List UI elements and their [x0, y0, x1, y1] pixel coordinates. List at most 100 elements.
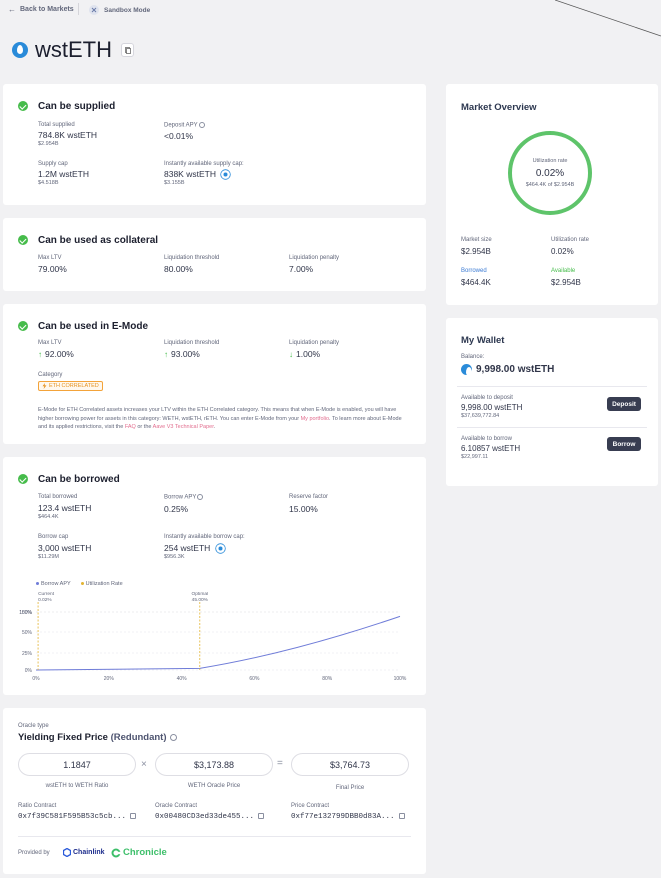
available-borrow-cap-usd: $956.3K [164, 554, 185, 560]
wallet-card: My Wallet Balance: 9,998.00 wstETH Avail… [446, 318, 658, 486]
liq-penalty-label: Liquidation penalty [289, 255, 340, 261]
legend-utilization-rate[interactable]: Utilization Rate [80, 581, 123, 587]
y-tick-label: 50% [22, 630, 33, 636]
y-tick-label: 150% [19, 610, 32, 616]
marker-value: 45.00% [192, 597, 209, 603]
available-deposit-label: Available to deposit [461, 395, 513, 401]
oracle-type-label: Oracle type [18, 723, 49, 729]
available-deposit-value: 9,998.00 wstETH [461, 403, 523, 412]
add-to-wallet-icon[interactable] [220, 169, 232, 180]
copy-address-button[interactable] [121, 43, 134, 57]
info-icon[interactable] [170, 733, 178, 741]
x-tick-label: 40% [177, 676, 188, 682]
borrow-apy-line [35, 615, 401, 671]
info-icon[interactable] [198, 122, 205, 128]
arrow-up-icon: ↑ [38, 350, 42, 359]
emode-liq-threshold-value: ↑ 93.00% [164, 349, 200, 359]
times-operator: × [141, 759, 147, 770]
available-supply-cap-label: Instantly available supply cap: [164, 161, 244, 167]
emode-max-ltv-value: ↑ 92.00% [38, 349, 74, 359]
market-overview-title: Market Overview [461, 102, 537, 113]
chainlink-logo: Chainlink [63, 848, 105, 857]
borrow-cap-value: 3,000 wstETH [38, 543, 92, 553]
gauge-label: Utilization rate [532, 158, 568, 164]
back-to-markets-link[interactable]: ← Back to Markets [8, 5, 74, 14]
max-ltv-label: Max LTV [38, 255, 62, 261]
total-supplied-usd: $2.954B [38, 141, 59, 147]
x-tick-label: 20% [104, 676, 115, 682]
available-borrow-cap-label: Instantly available borrow cap: [164, 534, 245, 540]
portfolio-link[interactable]: My portfolio [301, 416, 329, 422]
available-borrow-cap-value: 254 wstETH [164, 543, 226, 554]
oracle-contract-label: Oracle Contract [155, 803, 198, 809]
supply-cap-label: Supply cap [38, 161, 68, 167]
sandbox-mode-indicator: Sandbox Mode [89, 5, 150, 15]
arrow-left-icon: ← [8, 5, 16, 14]
available-deposit-usd: $37,639,772.84 [461, 413, 500, 419]
borrow-apy-label: Borrow APY [164, 494, 204, 501]
reserve-factor-label: Reserve factor [289, 494, 329, 500]
arrow-up-icon: ↑ [164, 350, 168, 359]
collateral-card: Can be used as collateral Max LTV 79.00%… [3, 218, 426, 291]
deposit-apy-value: <0.01% [164, 131, 194, 141]
check-icon [18, 474, 28, 484]
category-badge: ETH CORRELATED [38, 381, 103, 391]
available-borrow-usd: $22,997.11 [461, 454, 489, 460]
chainlink-icon [63, 848, 71, 857]
emode-description: E-Mode for ETH Correlated assets increas… [38, 407, 402, 430]
copy-icon [124, 46, 131, 54]
external-link-icon [398, 813, 405, 820]
lightning-icon [42, 383, 47, 389]
add-to-wallet-icon[interactable] [214, 543, 226, 554]
market-overview-card: Market Overview Utilization rate 0.02% $… [446, 84, 658, 305]
oracle-divider [18, 836, 411, 837]
marker-label: Optimal [192, 592, 209, 597]
gauge-sub: $464.4K of $2.954B [525, 182, 575, 188]
technical-paper-link[interactable]: Aave V3 Technical Paper [153, 424, 214, 430]
total-borrowed-usd: $464.4K [38, 514, 59, 520]
legend-borrow-apy[interactable]: Borrow APY [36, 581, 71, 587]
marker-value: 0.02% [38, 597, 52, 603]
deposit-button[interactable]: Deposit [607, 397, 641, 411]
available-borrow-label: Available to borrow [461, 436, 512, 442]
price-contract-label: Price Contract [291, 803, 330, 809]
price-contract-link[interactable]: 0xf77e132799DBB0d83A... [291, 813, 405, 821]
oracle-contract-link[interactable]: 0x00480CD3ed33de455... [155, 813, 265, 821]
emode-max-ltv-label: Max LTV [38, 340, 62, 346]
collateral-title: Can be used as collateral [38, 235, 159, 246]
supply-card: Can be supplied Total supplied 784.8K ws… [3, 84, 426, 205]
borrowed-label: Borrowed [461, 268, 487, 274]
available-borrow-value: 6.10857 wstETH [461, 444, 521, 453]
emode-title: Can be used in E-Mode [38, 321, 149, 332]
liq-penalty-value: 7.00% [289, 264, 314, 274]
wsteth-icon [461, 364, 472, 376]
borrow-button[interactable]: Borrow [607, 437, 641, 451]
borrowed-value: $464.4K [461, 278, 491, 287]
reserve-factor-value: 15.00% [289, 504, 318, 514]
final-price-value: $3,764.73 [291, 753, 409, 776]
faq-link[interactable]: FAQ [125, 424, 136, 430]
info-icon[interactable] [197, 494, 204, 500]
category-label: Category [38, 372, 63, 378]
deposit-apy-label: Deposit APY [164, 122, 205, 129]
weth-price-value: $3,173.88 [155, 753, 273, 776]
ratio-contract-link[interactable]: 0x7f39C581F595B53c5cb... [18, 813, 137, 821]
market-size-label: Market size [461, 237, 492, 243]
borrow-apy-value: 0.25% [164, 504, 189, 514]
legend-dot-icon [36, 582, 39, 586]
total-supplied-value: 784.8K wstETH [38, 130, 98, 140]
available-supply-cap-value: 838K wstETH [164, 169, 232, 180]
oracle-card: Oracle type Yielding Fixed Price (Redund… [3, 708, 426, 874]
ratio-label: wstETH to WETH Ratio [45, 783, 109, 789]
utilization-rate-value: 0.02% [551, 247, 574, 256]
y-tick-label: 25% [22, 651, 33, 657]
x-tick-label: 100% [394, 676, 407, 682]
marker-label: Current [38, 592, 55, 597]
supply-cap-usd: $4.518B [38, 180, 59, 186]
max-ltv-value: 79.00% [38, 264, 67, 274]
gauge-value: 0.02% [535, 168, 565, 179]
check-icon [18, 321, 28, 331]
wallet-divider [457, 427, 647, 428]
total-supplied-label: Total supplied [38, 122, 75, 128]
legend-dot-icon [80, 582, 84, 586]
